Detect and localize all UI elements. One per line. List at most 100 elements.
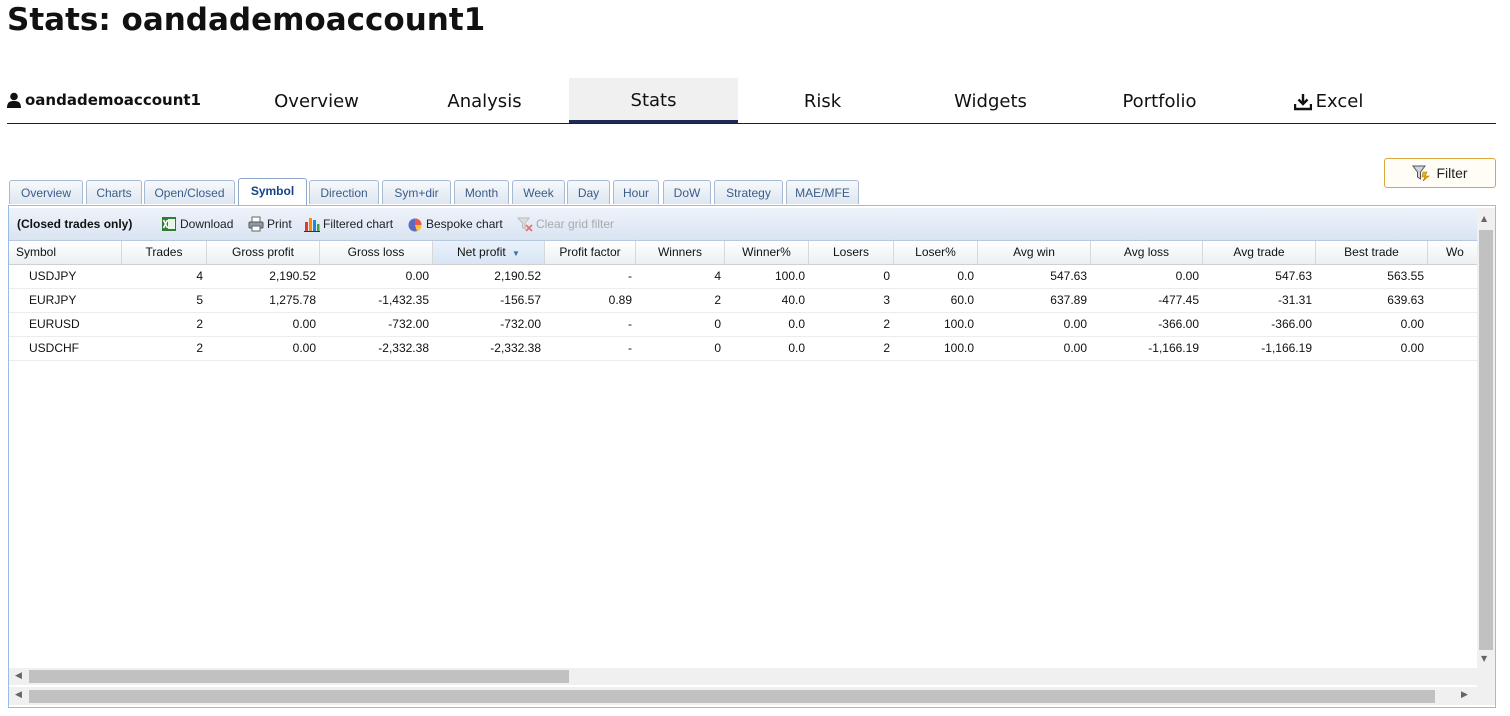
cell-losers: 2 xyxy=(883,341,890,355)
bespoke-chart-label: Bespoke chart xyxy=(426,217,503,231)
column-header-gross-loss[interactable]: Gross loss xyxy=(320,241,433,264)
page-horizontal-scrollbar[interactable]: ◀ ▶ xyxy=(9,687,1495,705)
cell-winner-pct: 0.0 xyxy=(788,341,805,355)
excel-icon xyxy=(162,217,176,231)
column-header-best-trade[interactable]: Best trade xyxy=(1316,241,1428,264)
cell-losers: 2 xyxy=(883,317,890,331)
pie-chart-icon xyxy=(408,218,422,232)
print-label: Print xyxy=(267,217,292,231)
column-header-avg-win[interactable]: Avg win xyxy=(978,241,1091,264)
page-scroll-right-arrow[interactable]: ▶ xyxy=(1461,690,1468,700)
cell-net-profit: -156.57 xyxy=(500,293,541,307)
nav-tab-excel[interactable]: Excel xyxy=(1244,78,1413,123)
cell-gross-profit: 2,190.52 xyxy=(269,269,316,283)
column-header-net-profit[interactable]: Net profit ▼ xyxy=(433,241,545,264)
filtered-chart-label: Filtered chart xyxy=(323,217,394,231)
cell-gross-loss: -2,332.38 xyxy=(378,341,429,355)
cell-trades: 2 xyxy=(196,317,203,331)
subtab-month[interactable]: Month xyxy=(454,180,509,204)
bespoke-chart-button[interactable]: Bespoke chart xyxy=(407,216,503,232)
subtab-mae-mfe[interactable]: MAE/MFE xyxy=(786,180,859,204)
cell-avg-trade: -366.00 xyxy=(1271,317,1312,331)
nav-tab-risk[interactable]: Risk xyxy=(738,78,907,123)
cell-net-profit: 2,190.52 xyxy=(494,269,541,283)
grid-horizontal-scroll-thumb[interactable] xyxy=(29,670,569,683)
sort-desc-icon: ▼ xyxy=(512,249,520,258)
subtab-day[interactable]: Day xyxy=(567,180,610,204)
cell-loser-pct: 100.0 xyxy=(943,341,974,355)
nav-tab-widgets[interactable]: Widgets xyxy=(906,78,1075,123)
cell-profit-factor: 0.89 xyxy=(608,293,632,307)
subtab-overview[interactable]: Overview xyxy=(9,180,83,204)
filtered-chart-button[interactable]: Filtered chart xyxy=(304,216,393,232)
scroll-down-arrow[interactable]: ▼ xyxy=(1481,654,1487,663)
cell-avg-loss: -477.45 xyxy=(1158,293,1199,307)
table-row[interactable]: USDCHF 2 0.00 -2,332.38 -2,332.38 - 0 0.… xyxy=(9,337,1477,361)
column-header-gross-profit[interactable]: Gross profit xyxy=(207,241,320,264)
cell-profit-factor: - xyxy=(628,317,632,331)
column-header-winners[interactable]: Winners xyxy=(636,241,725,264)
table-row[interactable]: EURJPY 5 1,275.78 -1,432.35 -156.57 0.89… xyxy=(9,289,1477,313)
column-header-losers[interactable]: Losers xyxy=(809,241,894,264)
cell-avg-win: 0.00 xyxy=(1063,341,1087,355)
download-label: Download xyxy=(180,217,234,231)
subtab-hour[interactable]: Hour xyxy=(613,180,659,204)
cell-winners: 2 xyxy=(714,293,721,307)
vertical-scroll-thumb[interactable] xyxy=(1479,230,1493,650)
clear-filter-icon xyxy=(517,217,533,232)
cell-loser-pct: 0.0 xyxy=(957,269,974,283)
subtab-strategy[interactable]: Strategy xyxy=(714,180,783,204)
download-button[interactable]: Download xyxy=(161,216,233,232)
column-header-loser-pct[interactable]: Loser% xyxy=(894,241,978,264)
nav-tab-analysis[interactable]: Analysis xyxy=(400,78,569,123)
column-header-trades[interactable]: Trades xyxy=(122,241,207,264)
cell-gross-profit: 0.00 xyxy=(292,317,316,331)
cell-gross-loss: -732.00 xyxy=(388,317,429,331)
subtab-dow[interactable]: DoW xyxy=(663,180,711,204)
page-scroll-left-arrow[interactable]: ◀ xyxy=(15,690,22,700)
grid-horizontal-scrollbar[interactable]: ◀ xyxy=(9,668,1477,685)
cell-symbol: EURJPY xyxy=(29,293,77,307)
column-header-symbol[interactable]: Symbol xyxy=(9,241,122,264)
cell-losers: 0 xyxy=(883,269,890,283)
subtab-symbol[interactable]: Symbol xyxy=(238,178,307,205)
cell-avg-loss: -1,166.19 xyxy=(1148,341,1199,355)
net-profit-header-label: Net profit xyxy=(457,245,506,259)
cell-profit-factor: - xyxy=(628,341,632,355)
cell-gross-profit: 0.00 xyxy=(292,341,316,355)
subtab-direction[interactable]: Direction xyxy=(309,180,379,204)
vertical-scrollbar[interactable]: ▲ ▼ xyxy=(1477,208,1495,688)
subtab-charts[interactable]: Charts xyxy=(86,180,142,204)
nav-tab-stats[interactable]: Stats xyxy=(569,78,738,123)
cell-losers: 3 xyxy=(883,293,890,307)
scroll-left-arrow[interactable]: ◀ xyxy=(15,671,22,681)
clear-grid-filter-label: Clear grid filter xyxy=(536,217,615,231)
page-horizontal-scroll-thumb[interactable] xyxy=(29,690,1435,703)
table-row[interactable]: EURUSD 2 0.00 -732.00 -732.00 - 0 0.0 2 … xyxy=(9,313,1477,337)
table-row[interactable]: USDJPY 4 2,190.52 0.00 2,190.52 - 4 100.… xyxy=(9,265,1477,289)
column-header-avg-loss[interactable]: Avg loss xyxy=(1091,241,1203,264)
cell-avg-loss: 0.00 xyxy=(1175,269,1199,283)
column-header-worst-trade[interactable]: Wo xyxy=(1428,241,1477,264)
nav-tab-portfolio[interactable]: Portfolio xyxy=(1075,78,1244,123)
cell-trades: 2 xyxy=(196,341,203,355)
subtab-open-closed[interactable]: Open/Closed xyxy=(144,180,235,204)
clear-grid-filter-button[interactable]: Clear grid filter xyxy=(517,216,614,232)
nav-tab-excel-label: Excel xyxy=(1315,91,1364,112)
column-header-avg-trade[interactable]: Avg trade xyxy=(1203,241,1316,264)
scroll-up-arrow[interactable]: ▲ xyxy=(1481,214,1487,223)
stats-grid-panel: (Closed trades only) Download Print Filt… xyxy=(8,205,1496,708)
cell-winners: 0 xyxy=(714,317,721,331)
subtab-sym-dir[interactable]: Sym+dir xyxy=(382,180,451,204)
column-header-winner-pct[interactable]: Winner% xyxy=(725,241,809,264)
filter-label: Filter xyxy=(1436,165,1468,181)
column-header-profit-factor[interactable]: Profit factor xyxy=(545,241,636,264)
grid-toolbar: (Closed trades only) Download Print Filt… xyxy=(9,208,1477,241)
subtab-week[interactable]: Week xyxy=(512,180,565,204)
cell-symbol: USDJPY xyxy=(29,269,77,283)
print-button[interactable]: Print xyxy=(248,216,292,232)
cell-gross-loss: -1,432.35 xyxy=(378,293,429,307)
cell-profit-factor: - xyxy=(628,269,632,283)
filter-button[interactable]: Filter xyxy=(1384,158,1496,188)
nav-tab-overview[interactable]: Overview xyxy=(232,78,401,123)
